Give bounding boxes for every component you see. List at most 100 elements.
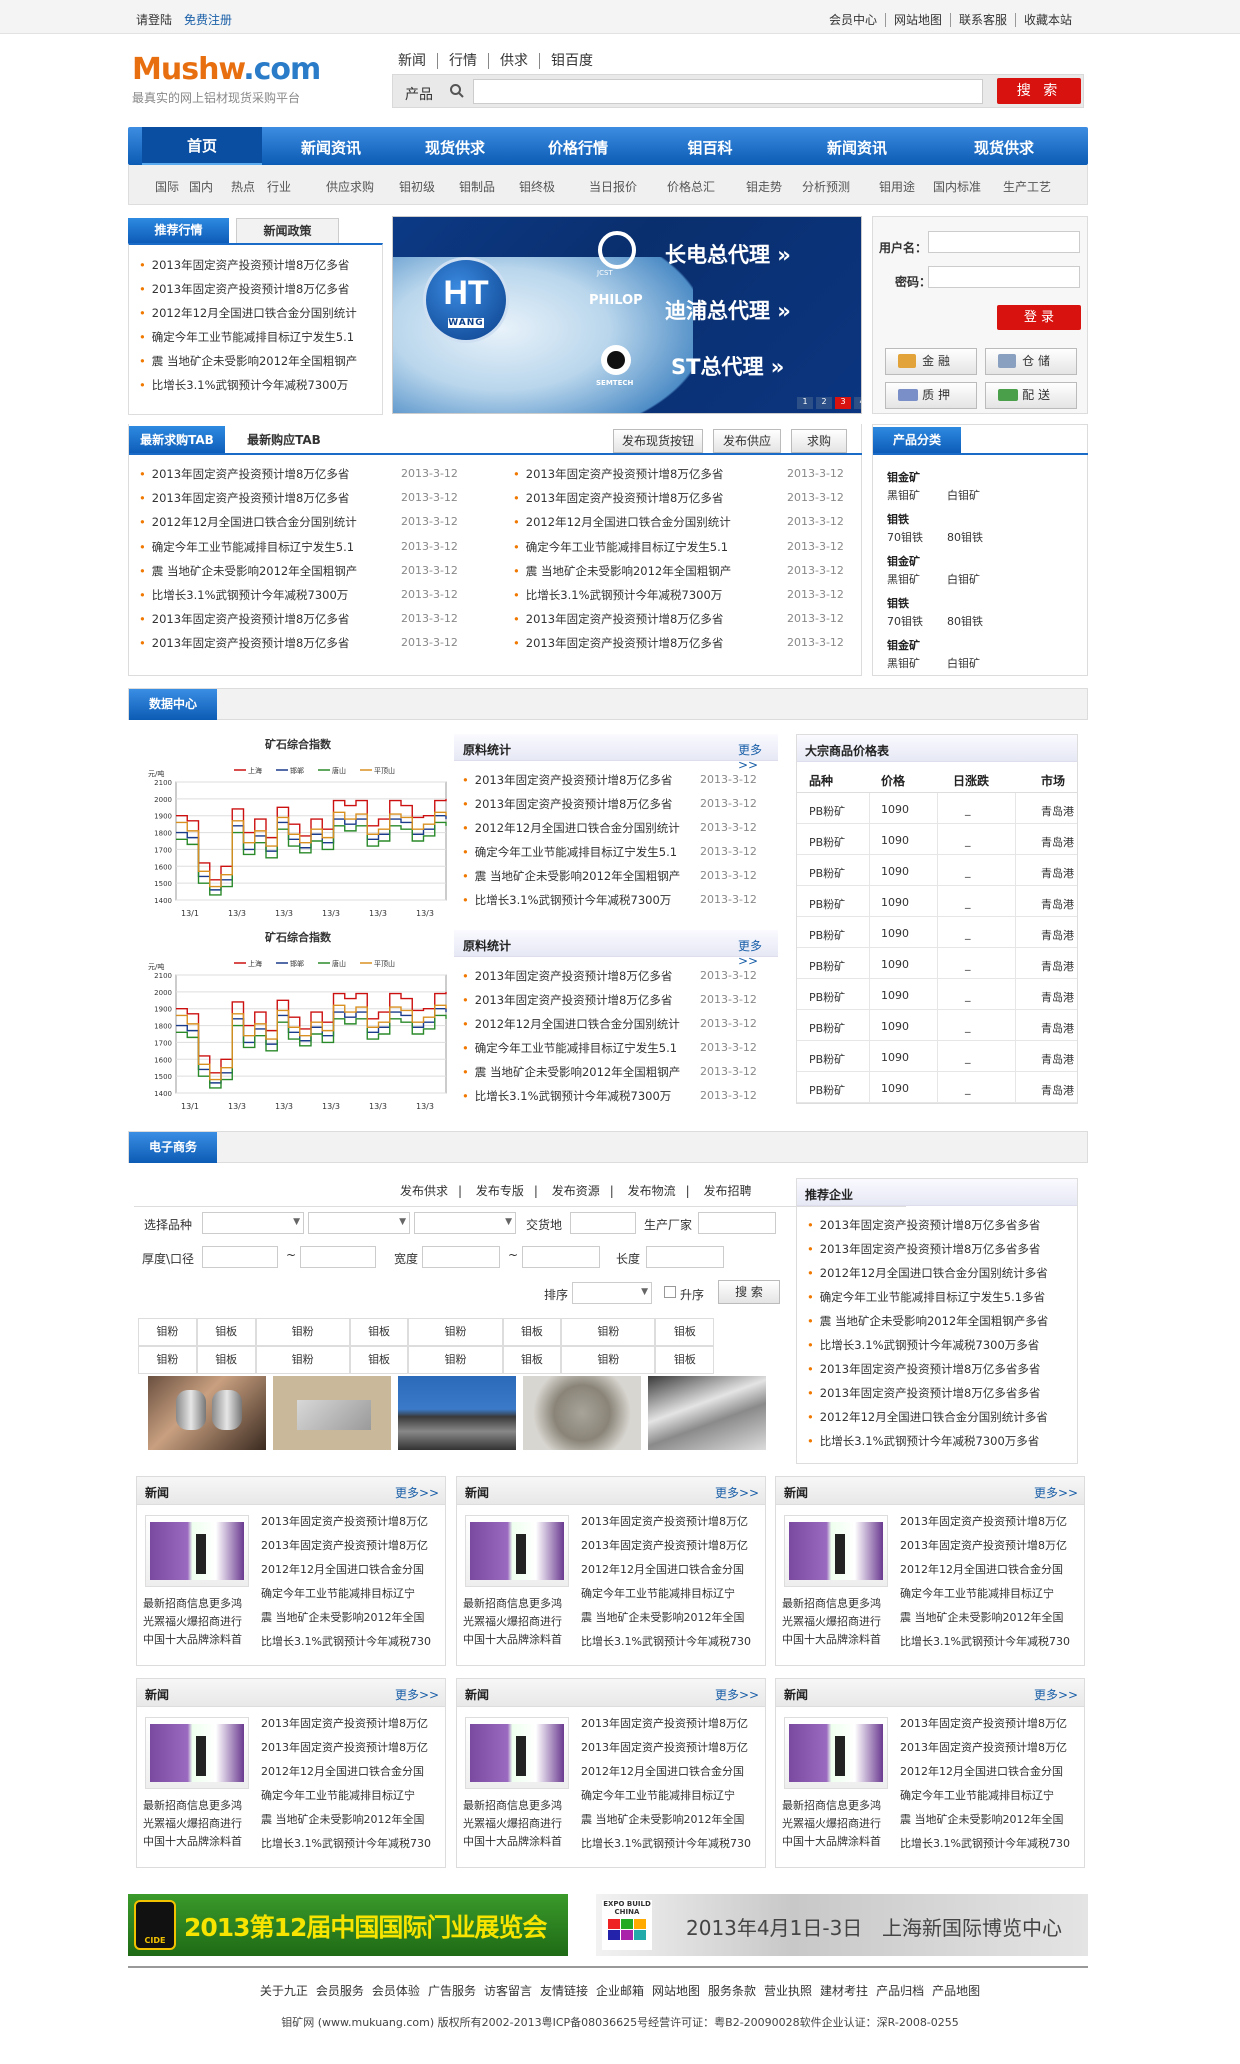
list-item[interactable]: 确定今年工业节能减排目标辽宁 xyxy=(581,1787,735,1803)
password-input[interactable] xyxy=(928,266,1080,288)
news-thumb-caption[interactable]: 中国十大品牌涂料首 xyxy=(143,1833,242,1849)
news-thumb-caption[interactable]: 中国十大品牌涂料首 xyxy=(463,1833,562,1849)
news-thumb-caption[interactable]: 最新招商信息更多鸿 xyxy=(463,1595,562,1611)
banner-page-3[interactable]: 3 xyxy=(835,397,851,409)
banner-page-2[interactable]: 2 xyxy=(816,397,832,409)
list-item[interactable]: • 震 当地矿企未受影响2012年全国粗钢产 xyxy=(462,868,680,884)
list-item[interactable]: 震 当地矿企未受影响2012年全国 xyxy=(581,1811,745,1827)
subnav-item[interactable]: 热点 xyxy=(231,178,255,195)
list-item[interactable]: • 确定今年工业节能减排目标辽宁发生5.1 xyxy=(462,1040,677,1056)
list-item[interactable]: • 2012年12月全国进口铁合金分国别统计 xyxy=(462,1016,680,1032)
search-button[interactable]: 搜 索 xyxy=(997,78,1081,104)
footer-link[interactable]: 网站地图 xyxy=(648,1984,704,1998)
list-item[interactable]: • 2013年固定资产投资预计增8万亿多省 xyxy=(513,466,723,482)
length-input[interactable] xyxy=(646,1246,724,1268)
category-heading[interactable]: 钼金矿 xyxy=(887,637,920,653)
list-item[interactable]: • 2013年固定资产投资预计增8万亿多省 xyxy=(139,490,349,506)
list-item[interactable]: • 确定今年工业节能减排目标辽宁发生5.1 xyxy=(462,844,677,860)
footer-link[interactable]: 营业执照 xyxy=(760,1984,816,1998)
list-item[interactable]: 确定今年工业节能减排目标辽宁 xyxy=(261,1585,415,1601)
list-item[interactable]: • 2012年12月全国进口铁合金分国别统计多省 xyxy=(807,1265,1048,1281)
news-thumbnail[interactable] xyxy=(145,1515,249,1587)
table-row[interactable]: PB粉矿 1090 _ 青岛港 xyxy=(797,979,1077,1010)
list-item[interactable]: 2013年固定资产投资预计增8万亿 xyxy=(261,1715,428,1731)
category-item[interactable]: 黑钼矿 xyxy=(887,571,920,587)
news-thumb-caption[interactable]: 光罴福火爆招商进行 xyxy=(463,1613,562,1629)
finance-button[interactable]: 金 融 xyxy=(885,348,977,375)
publish-spot-button[interactable]: 发布现货按钮 xyxy=(613,429,703,453)
product-type-cell[interactable]: 钼粉 xyxy=(561,1346,656,1374)
category-item[interactable]: 70钼铁 xyxy=(887,529,923,545)
nav-news[interactable]: 新闻资讯 xyxy=(271,137,391,158)
bookmark-link[interactable]: 收藏本站 xyxy=(1014,13,1080,27)
delivery-button[interactable]: 配 送 xyxy=(985,382,1077,409)
list-item[interactable]: 比增长3.1%武钢预计今年减税730 xyxy=(900,1633,1070,1649)
list-item[interactable]: 确定今年工业节能减排目标辽宁 xyxy=(581,1585,735,1601)
site-logo[interactable]: Mushw.com 最真实的网上铝材现货采购平台 xyxy=(132,52,321,106)
publish-logistics-link[interactable]: 发布物流 xyxy=(618,1184,686,1198)
variety-select-1[interactable] xyxy=(202,1212,304,1234)
list-item[interactable]: • 确定今年工业节能减排目标辽宁发生5.1 xyxy=(139,329,354,345)
ecommerce-search-button[interactable]: 搜 索 xyxy=(718,1280,780,1304)
pledge-button[interactable]: 质 押 xyxy=(885,382,977,409)
list-item[interactable]: • 2012年12月全国进口铁合金分国别统计 xyxy=(513,514,731,530)
product-type-cell[interactable]: 钼粉 xyxy=(255,1318,350,1346)
table-row[interactable]: PB粉矿 1090 _ 青岛港 xyxy=(797,824,1077,855)
table-row[interactable]: PB粉矿 1090 _ 青岛港 xyxy=(797,948,1077,979)
list-item[interactable]: • 比增长3.1%武钢预计今年减税7300万多省 xyxy=(807,1337,1039,1353)
category-heading[interactable]: 钼金矿 xyxy=(887,469,920,485)
news-thumb-caption[interactable]: 光罴福火爆招商进行 xyxy=(782,1815,881,1831)
table-row[interactable]: PB粉矿 1090 _ 青岛港 xyxy=(797,1010,1077,1041)
variety-select-3[interactable] xyxy=(414,1212,516,1234)
list-item[interactable]: • 2013年固定资产投资预计增8万亿多省 xyxy=(462,968,672,984)
banner-page-1[interactable]: 1 xyxy=(797,397,813,409)
username-input[interactable] xyxy=(928,231,1080,253)
product-image-molybdenum-plate[interactable] xyxy=(273,1376,391,1450)
more-link[interactable]: 更多>> xyxy=(738,937,778,968)
product-type-cell[interactable]: 钼板 xyxy=(196,1318,256,1346)
header-nav-baidu[interactable]: 钼百度 xyxy=(539,53,604,69)
list-item[interactable]: 震 当地矿企未受影响2012年全国 xyxy=(900,1811,1064,1827)
list-item[interactable]: • 2013年固定资产投资预计增8万亿多省多省 xyxy=(807,1217,1040,1233)
table-row[interactable]: PB粉矿 1090 _ 青岛港 xyxy=(797,1041,1077,1072)
list-item[interactable]: 比增长3.1%武钢预计今年减税730 xyxy=(261,1835,431,1851)
news-thumb-caption[interactable]: 中国十大品牌涂料首 xyxy=(143,1631,242,1647)
publish-supply-link[interactable]: 发布供求 xyxy=(390,1184,458,1198)
news-thumb-caption[interactable]: 最新招商信息更多鸿 xyxy=(143,1595,242,1611)
footer-link[interactable]: 服务条款 xyxy=(704,1984,760,1998)
news-thumbnail[interactable] xyxy=(784,1717,888,1789)
table-row[interactable]: PB粉矿 1090 _ 青岛港 xyxy=(797,855,1077,886)
list-item[interactable]: • 比增长3.1%武钢预计今年减税7300万 xyxy=(462,892,671,908)
list-item[interactable]: • 比增长3.1%武钢预计今年减税7300万 xyxy=(462,1088,671,1104)
subnav-item[interactable]: 钼制品 xyxy=(459,178,495,195)
product-type-cell[interactable]: 钼板 xyxy=(196,1346,256,1374)
list-item[interactable]: • 2013年固定资产投资预计增8万亿多省 xyxy=(139,466,349,482)
thickness-max-input[interactable] xyxy=(300,1246,376,1268)
table-row[interactable]: PB粉矿 1090 _ 青岛港 xyxy=(797,1072,1077,1103)
product-type-cell[interactable]: 钼粉 xyxy=(408,1346,503,1374)
category-item[interactable]: 80钼铁 xyxy=(947,613,983,629)
category-item[interactable]: 白钼矿 xyxy=(947,571,980,587)
register-link[interactable]: 免费注册 xyxy=(184,13,232,27)
product-image-molybdenum-rods[interactable] xyxy=(148,1376,266,1450)
product-image-molybdenum-lump[interactable] xyxy=(523,1376,641,1450)
list-item[interactable]: 比增长3.1%武钢预计今年减税730 xyxy=(900,1835,1070,1851)
subnav-item[interactable]: 供应求购 xyxy=(326,178,374,195)
list-item[interactable]: 震 当地矿企未受影响2012年全国 xyxy=(261,1811,425,1827)
banner-page-4[interactable]: 4 xyxy=(854,397,861,409)
maker-input[interactable] xyxy=(698,1212,776,1234)
login-button[interactable]: 登 录 xyxy=(997,305,1081,330)
banner[interactable]: HT WANG JCST PHILOP SEMTECH 长电总代理 » 迪浦总代… xyxy=(392,216,862,414)
news-thumb-caption[interactable]: 最新招商信息更多鸿 xyxy=(143,1797,242,1813)
product-type-cell[interactable]: 钼粉 xyxy=(561,1318,656,1346)
header-nav-supply[interactable]: 供求 xyxy=(488,53,539,69)
news-thumb-caption[interactable]: 光罴福火爆招商进行 xyxy=(143,1613,242,1629)
nav-wiki[interactable]: 钼百科 xyxy=(650,137,770,158)
product-image-molybdenum-sheet[interactable] xyxy=(648,1376,766,1450)
more-link[interactable]: 更多>> xyxy=(715,1686,759,1703)
footer-link[interactable]: 建材考拄 xyxy=(816,1984,872,1998)
tab-news-policy[interactable]: 新闻政策 xyxy=(236,218,339,243)
tab-latest-supply[interactable]: 最新购应TAB xyxy=(229,426,339,454)
list-item[interactable]: 2012年12月全国进口铁合金分国 xyxy=(261,1561,424,1577)
list-item[interactable]: • 2012年12月全国进口铁合金分国别统计 xyxy=(139,305,357,321)
